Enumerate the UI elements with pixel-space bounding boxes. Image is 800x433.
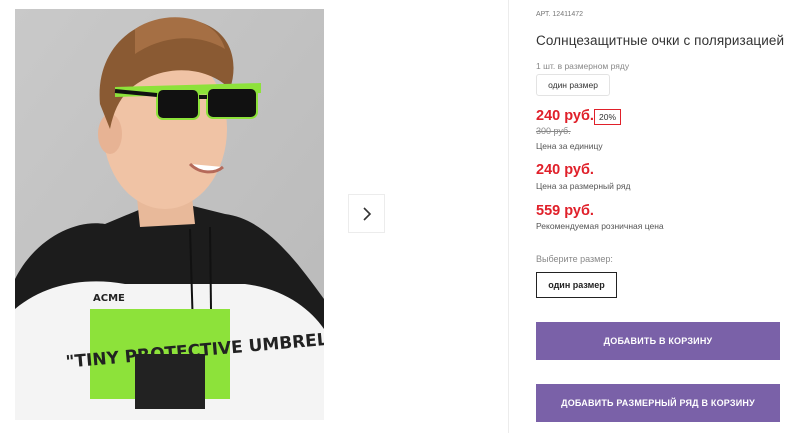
chevron-right-icon	[362, 206, 371, 221]
product-title: Солнцезащитные очки с поляризацией	[536, 33, 785, 48]
panel-divider	[508, 0, 509, 433]
qty-in-size-row: 1 шт. в размерном ряду	[536, 61, 630, 71]
size-row-price: 240 руб.	[536, 162, 594, 178]
retail-price: 559 руб.	[536, 203, 594, 219]
choose-size-label: Выберите размер:	[536, 254, 613, 264]
old-price: 300 руб.	[536, 126, 571, 136]
add-to-cart-button[interactable]: ДОБАВИТЬ В КОРЗИНУ	[536, 322, 780, 360]
shirt-brand-text: ACME	[93, 293, 125, 304]
product-gallery: "TINY PROTECTIVE UMBRELLA" ACME	[0, 0, 508, 433]
unit-price: 240 руб.	[536, 108, 594, 124]
discount-badge: 20%	[594, 109, 622, 125]
retail-price-caption: Рекомендуемая розничная цена	[536, 221, 664, 231]
product-photo-illustration: "TINY PROTECTIVE UMBRELLA" ACME	[15, 9, 324, 420]
size-row-pill: один размер	[536, 74, 610, 96]
unit-price-caption: Цена за единицу	[536, 141, 603, 151]
article-number: АРТ. 12411472	[536, 11, 584, 18]
product-photo[interactable]: "TINY PROTECTIVE UMBRELLA" ACME	[15, 9, 324, 420]
size-option-button[interactable]: один размер	[536, 272, 617, 298]
gallery-next-button[interactable]	[348, 194, 385, 233]
size-row-price-caption: Цена за размерный ряд	[536, 181, 631, 191]
add-size-row-to-cart-button[interactable]: ДОБАВИТЬ РАЗМЕРНЫЙ РЯД В КОРЗИНУ	[536, 384, 780, 422]
